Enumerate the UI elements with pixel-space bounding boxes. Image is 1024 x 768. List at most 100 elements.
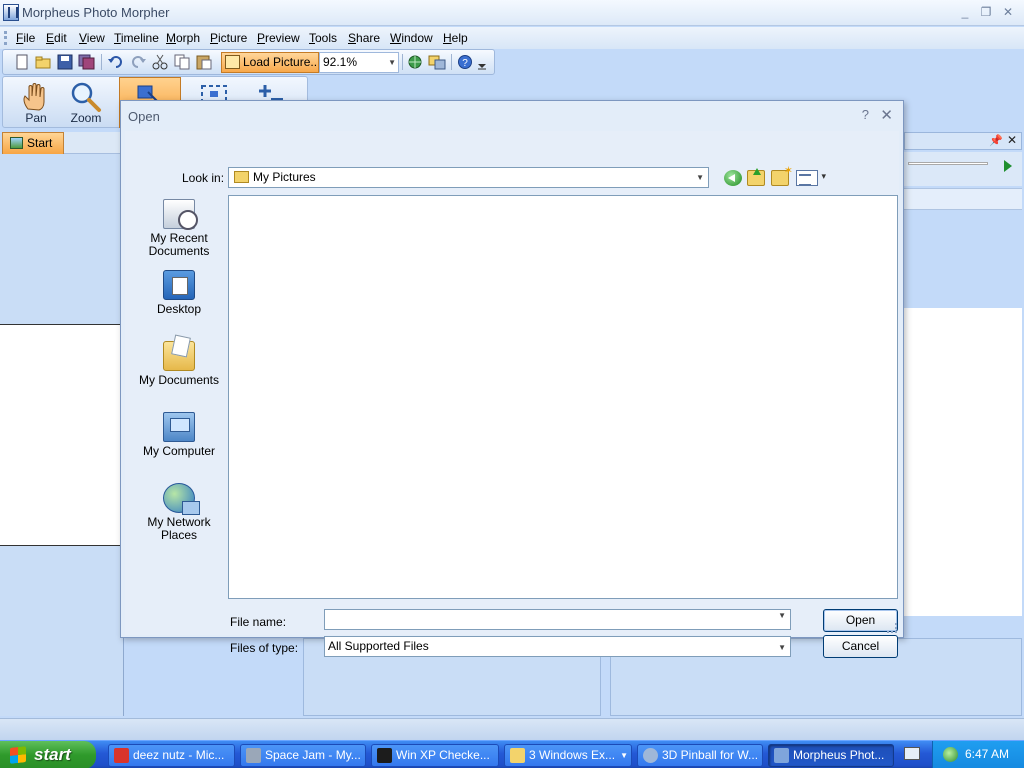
group-arrow-icon: ▼ bbox=[620, 751, 628, 760]
right-canvas bbox=[904, 308, 1022, 616]
views-menu-icon[interactable] bbox=[796, 170, 826, 186]
back-icon[interactable] bbox=[724, 170, 742, 186]
place-recent-documents[interactable]: My Recent Documents bbox=[137, 199, 221, 258]
menu-file[interactable]: File bbox=[16, 31, 35, 45]
desktop-icon bbox=[163, 270, 195, 300]
keyboard-icon[interactable] bbox=[904, 747, 920, 760]
dialog-body: Look in: My Pictures ▼ My Recent Documen… bbox=[125, 131, 899, 658]
taskbar-item[interactable]: deez nutz - Mic... bbox=[108, 744, 235, 767]
zoom-tool-button[interactable]: Zoom bbox=[63, 79, 109, 127]
place-my-documents[interactable]: My Documents bbox=[137, 341, 221, 387]
copy-icon[interactable] bbox=[173, 54, 191, 70]
place-my-computer[interactable]: My Computer bbox=[137, 412, 221, 458]
save-icon[interactable] bbox=[56, 54, 74, 70]
dialog-help-button[interactable]: ? bbox=[862, 107, 869, 122]
menu-share[interactable]: Share bbox=[348, 31, 380, 45]
my-network-places-icon bbox=[163, 483, 200, 515]
network-tray-icon[interactable] bbox=[943, 747, 958, 762]
pan-tool-button[interactable]: Pan bbox=[13, 79, 59, 127]
clock[interactable]: 6:47 AM bbox=[965, 747, 1009, 761]
new-folder-icon[interactable] bbox=[771, 164, 793, 186]
place-label: Documents bbox=[148, 244, 210, 258]
file-name-label: File name: bbox=[230, 615, 287, 629]
taskbar-item-label: 3 Windows Ex... bbox=[529, 748, 616, 762]
taskbar-item[interactable]: 3D Pinball for W... bbox=[637, 744, 763, 767]
look-in-combo[interactable]: My Pictures ▼ bbox=[228, 167, 709, 188]
restore-button[interactable]: ❐ bbox=[977, 4, 995, 20]
folder-icon bbox=[510, 748, 525, 763]
dialog-close-button[interactable]: ✕ bbox=[880, 106, 893, 124]
zoom-label: Zoom bbox=[70, 111, 102, 125]
taskbar-item-label: 3D Pinball for W... bbox=[662, 748, 759, 762]
zoom-combo[interactable]: 92.1% ▼ bbox=[319, 52, 399, 73]
chevron-down-icon[interactable]: ▼ bbox=[778, 638, 786, 657]
place-desktop[interactable]: Desktop bbox=[137, 270, 221, 316]
menu-timeline-label: imeline bbox=[120, 31, 159, 45]
place-label: My Documents bbox=[138, 373, 220, 387]
taskbar-item[interactable]: Space Jam - My... bbox=[240, 744, 366, 767]
cut-icon[interactable] bbox=[151, 54, 169, 70]
menu-morph[interactable]: Morph bbox=[166, 31, 200, 45]
taskbar-item-active[interactable]: Morpheus Phot... bbox=[768, 744, 894, 767]
new-icon[interactable] bbox=[13, 54, 31, 70]
save-all-icon[interactable] bbox=[78, 54, 96, 70]
start-button[interactable]: start bbox=[0, 741, 96, 768]
paste-icon[interactable] bbox=[195, 54, 213, 70]
toolbar-separator bbox=[101, 54, 102, 70]
undo-icon[interactable] bbox=[107, 54, 125, 70]
chevron-down-icon[interactable]: ▼ bbox=[388, 53, 396, 72]
minimize-button[interactable]: _ bbox=[956, 4, 974, 20]
menu-help[interactable]: Help bbox=[443, 31, 468, 45]
play-icon[interactable] bbox=[1004, 160, 1012, 172]
app-title: Morpheus Photo Morpher bbox=[22, 5, 170, 20]
taskbar-item-label: Win XP Checke... bbox=[396, 748, 490, 762]
menu-window[interactable]: Window bbox=[390, 31, 433, 45]
recent-documents-icon bbox=[163, 199, 198, 230]
place-my-network-places[interactable]: My Network Places bbox=[137, 483, 221, 542]
resize-grip-icon[interactable] bbox=[887, 623, 897, 633]
pin-icon[interactable]: 📌 bbox=[989, 134, 1003, 147]
cancel-button[interactable]: Cancel bbox=[823, 635, 898, 658]
music-player-icon bbox=[114, 748, 129, 763]
chevron-down-icon[interactable]: ▼ bbox=[696, 168, 704, 187]
load-picture-button[interactable]: Load Picture.... bbox=[221, 52, 319, 73]
timeline-slider[interactable] bbox=[908, 162, 988, 165]
open-icon[interactable] bbox=[34, 54, 52, 70]
web-icon[interactable] bbox=[406, 54, 424, 70]
menu-tools-label: ools bbox=[315, 31, 338, 45]
file-list[interactable] bbox=[228, 195, 898, 599]
export-icon[interactable] bbox=[428, 54, 446, 70]
chevron-down-icon[interactable]: ▼ bbox=[778, 611, 786, 620]
taskbar-item[interactable]: Win XP Checke... bbox=[371, 744, 499, 767]
menu-view-label: iew bbox=[86, 31, 105, 45]
menu-preview[interactable]: Preview bbox=[257, 31, 300, 45]
close-button[interactable]: ✕ bbox=[999, 4, 1017, 20]
files-of-type-label: Files of type: bbox=[230, 641, 299, 655]
file-name-combo[interactable]: ▼ bbox=[324, 609, 791, 630]
up-folder-icon[interactable] bbox=[747, 168, 765, 186]
redo-icon[interactable] bbox=[129, 54, 147, 70]
taskbar-item-label: deez nutz - Mic... bbox=[133, 748, 225, 762]
menu-file-label: ile bbox=[23, 31, 36, 45]
menu-edit[interactable]: Edit bbox=[46, 31, 67, 45]
file-name-input[interactable] bbox=[325, 610, 765, 629]
menu-view[interactable]: View bbox=[79, 31, 105, 45]
files-of-type-select[interactable]: All Supported Files ▼ bbox=[324, 636, 791, 657]
toolbar-overflow-icon[interactable] bbox=[475, 54, 489, 70]
app-titlebar[interactable]: Morpheus Photo Morpher _ ❐ ✕ bbox=[0, 0, 1024, 26]
help-icon[interactable]: ? bbox=[457, 54, 475, 70]
menu-timeline[interactable]: Timeline bbox=[114, 31, 159, 45]
taskbar-item-group[interactable]: 3 Windows Ex... ▼ bbox=[504, 744, 632, 767]
start-page-icon bbox=[10, 137, 23, 149]
menu-edit-label: dit bbox=[54, 31, 67, 45]
menu-tools[interactable]: Tools bbox=[309, 31, 337, 45]
app-icon[interactable] bbox=[3, 4, 19, 21]
command-prompt-icon bbox=[377, 748, 392, 763]
taskbar: start deez nutz - Mic... Space Jam - My.… bbox=[0, 740, 1024, 768]
panel-close-icon[interactable]: ✕ bbox=[1007, 133, 1017, 147]
menu-share-label: hare bbox=[356, 31, 381, 45]
windows-flag-icon bbox=[10, 746, 26, 764]
tab-start[interactable]: Start bbox=[2, 132, 64, 154]
hand-icon bbox=[23, 83, 45, 111]
menu-picture[interactable]: Picture bbox=[210, 31, 247, 45]
